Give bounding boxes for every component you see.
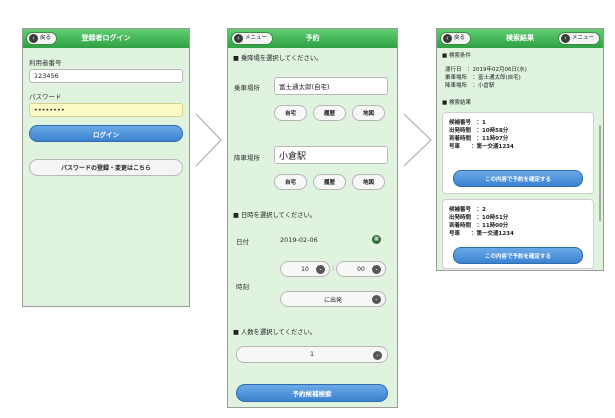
pickup-home-button[interactable]: 自宅: [274, 105, 307, 121]
chevron-left-icon: ‹: [560, 34, 570, 43]
people-value: 1: [310, 351, 314, 358]
dropoff-history-button[interactable]: 履歴: [313, 174, 346, 190]
menu-button[interactable]: ‹ メニュー: [557, 32, 600, 45]
candidate-card: 候補番号 ：2 出発時間 ：10時51分 到着時間 ：11時00分 号車 ：第一…: [442, 199, 594, 269]
login-screen: ‹ 戻る 登録者ログイン 利用者番号 123456 パスワード ••••••••…: [22, 28, 190, 307]
minute-value: 00: [357, 265, 365, 273]
people-section-heading: ■ 人数を選択してください。: [233, 329, 317, 336]
hour-value: 10: [301, 265, 309, 273]
candidate-arrival: 到着時間 ：11時07分: [449, 136, 509, 142]
condition-pickup: 乗車場所 ：富士通太郎(自宅): [445, 75, 521, 81]
page-title: 予約: [305, 34, 320, 42]
password-register-button[interactable]: パスワードの登録・変更はこちら: [29, 159, 183, 176]
login-button[interactable]: ログイン: [29, 125, 183, 142]
search-candidates-button[interactable]: 予約候補検索: [236, 384, 388, 402]
datetime-section-heading: ■ 日時を選択してください。: [233, 212, 317, 219]
dropoff-home-button[interactable]: 自宅: [274, 174, 307, 190]
time-mode-select[interactable]: に出発 ⌄: [280, 291, 386, 307]
people-select[interactable]: 1 ⌄: [236, 346, 388, 363]
chevron-left-icon: ‹: [29, 34, 38, 43]
condition-date: 運行日 ：2019年02月06日(水): [445, 67, 527, 73]
chevron-down-icon: ⌄: [372, 295, 381, 304]
pickup-label: 乗車場所: [234, 84, 260, 92]
conditions-heading: ■ 検索条件: [442, 53, 471, 59]
results-screen: ‹ 戻る 検索結果 ‹ メニュー ■ 検索条件 運行日 ：2019年02月06日…: [436, 28, 604, 271]
page-title: 検索結果: [506, 34, 534, 42]
next-arrow-icon: [195, 113, 222, 167]
user-number-label: 利用者番号: [29, 59, 62, 67]
time-colon: :: [332, 264, 335, 272]
candidate-arrival: 到着時間 ：11時00分: [449, 223, 509, 229]
back-button[interactable]: ‹ 戻る: [26, 32, 58, 45]
hour-select[interactable]: 10 ⌄: [280, 261, 330, 277]
candidate-vehicle: 号車 ：第一交通1234: [449, 231, 514, 237]
time-mode-value: に出発: [323, 296, 342, 304]
results-heading: ■ 検索結果: [442, 100, 471, 106]
confirm-reservation-button[interactable]: この内容で予約を確定する: [453, 247, 583, 264]
chevron-down-icon: ⌄: [316, 265, 325, 274]
date-value[interactable]: 2019-02-06: [280, 236, 318, 244]
pickup-history-button[interactable]: 履歴: [313, 105, 346, 121]
pickup-input[interactable]: 富士通太郎(自宅): [274, 77, 388, 95]
candidate-departure: 出発時間 ：10時51分: [449, 215, 509, 221]
page-title: 登録者ログイン: [81, 34, 131, 42]
login-header: ‹ 戻る 登録者ログイン: [23, 29, 189, 48]
calendar-icon[interactable]: ▦: [372, 235, 381, 244]
menu-label: メニュー: [571, 35, 594, 41]
back-label: 戻る: [454, 35, 466, 41]
chevron-down-icon: ⌄: [372, 265, 381, 274]
reservation-screen: ‹ メニュー 予約 ■ 乗降場を選択してください。 乗車場所 富士通太郎(自宅)…: [227, 28, 398, 408]
candidate-number: 候補番号 ：1: [449, 120, 486, 126]
candidate-card: 候補番号 ：1 出発時間 ：10時58分 到着時間 ：11時07分 号車 ：第一…: [442, 112, 594, 194]
candidate-vehicle: 号車 ：第一交通1234: [449, 144, 514, 150]
candidate-departure: 出発時間 ：10時58分: [449, 128, 509, 134]
date-label: 日付: [236, 238, 249, 246]
time-label: 時刻: [236, 283, 249, 291]
back-label: 戻る: [40, 35, 52, 41]
dropoff-map-button[interactable]: 地図: [352, 174, 385, 190]
chevron-down-icon: ⌄: [373, 350, 382, 360]
dropoff-input[interactable]: 小倉駅: [274, 146, 388, 164]
scrollbar[interactable]: [599, 125, 601, 221]
results-header: ‹ 戻る 検索結果 ‹ メニュー: [437, 29, 603, 48]
menu-button[interactable]: ‹ メニュー: [231, 32, 274, 45]
pickup-map-button[interactable]: 地図: [352, 105, 385, 121]
reservation-header: ‹ メニュー 予約: [228, 29, 397, 48]
next-arrow-icon: [403, 113, 432, 167]
pickup-section-heading: ■ 乗降場を選択してください。: [233, 55, 323, 62]
condition-dropoff: 降車場所 ：小倉駅: [445, 83, 495, 89]
minute-select[interactable]: 00 ⌄: [336, 261, 386, 277]
password-input[interactable]: ••••••••: [29, 103, 183, 117]
candidate-number: 候補番号 ：2: [449, 207, 486, 213]
chevron-left-icon: ‹: [443, 34, 452, 43]
user-number-input[interactable]: 123456: [29, 69, 183, 83]
back-button[interactable]: ‹ 戻る: [440, 32, 472, 45]
confirm-reservation-button[interactable]: この内容で予約を確定する: [453, 170, 583, 187]
menu-label: メニュー: [245, 35, 268, 41]
dropoff-label: 降車場所: [234, 154, 260, 162]
password-label: パスワード: [29, 93, 62, 101]
chevron-left-icon: ‹: [234, 34, 243, 43]
